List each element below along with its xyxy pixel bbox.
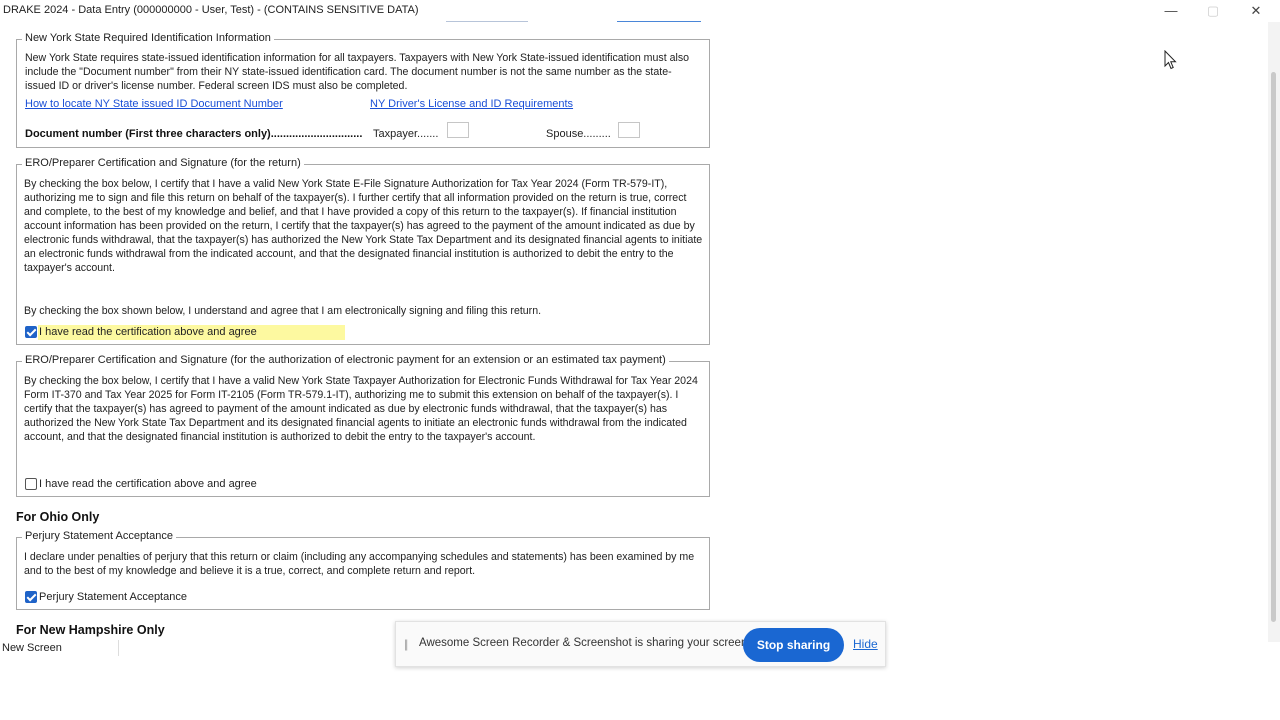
ero-payment-section: ERO/Preparer Certification and Signature… bbox=[16, 354, 710, 497]
spouse-label: Spouse......... bbox=[546, 128, 611, 140]
close-button[interactable]: ✕ bbox=[1241, 2, 1271, 20]
ohio-perjury-label[interactable]: Perjury Statement Acceptance bbox=[39, 591, 187, 603]
vertical-scrollbar[interactable] bbox=[1268, 22, 1280, 642]
window-title: DRAKE 2024 - Data Entry (000000000 - Use… bbox=[3, 4, 419, 16]
ohio-perjury-checkbox[interactable] bbox=[25, 591, 37, 603]
ny-license-requirements-link[interactable]: NY Driver's License and ID Requirements bbox=[370, 98, 573, 110]
taxpayer-label: Taxpayer....... bbox=[373, 128, 439, 140]
ohio-perjury-text: I declare under penalties of perjury tha… bbox=[24, 551, 695, 577]
screen-share-notification: || Awesome Screen Recorder & Screenshot … bbox=[395, 621, 886, 667]
ny-id-legend: New York State Required Identification I… bbox=[22, 32, 274, 44]
ohio-perjury-legend: Perjury Statement Acceptance bbox=[22, 530, 176, 542]
ero-return-agree-checkbox[interactable] bbox=[25, 326, 37, 338]
ero-return-legend: ERO/Preparer Certification and Signature… bbox=[22, 157, 304, 169]
minimize-button[interactable]: — bbox=[1156, 2, 1186, 20]
taxpayer-document-input[interactable] bbox=[447, 122, 469, 138]
ny-id-section: New York State Required Identification I… bbox=[16, 32, 710, 148]
drag-grip-icon[interactable]: || bbox=[404, 637, 408, 651]
ny-id-document-link[interactable]: How to locate NY State issued ID Documen… bbox=[25, 98, 283, 110]
ero-payment-legend: ERO/Preparer Certification and Signature… bbox=[22, 354, 669, 366]
scrollbar-thumb[interactable] bbox=[1271, 72, 1276, 622]
mouse-cursor-icon bbox=[1164, 50, 1177, 70]
ero-payment-agree-label[interactable]: I have read the certification above and … bbox=[39, 478, 257, 490]
ny-id-text: New York State requires state-issued ide… bbox=[25, 52, 690, 92]
stop-sharing-button[interactable]: Stop sharing bbox=[743, 628, 844, 662]
ohio-heading: For Ohio Only bbox=[16, 510, 100, 524]
status-bar-divider bbox=[118, 640, 119, 656]
ero-return-section: ERO/Preparer Certification and Signature… bbox=[16, 157, 710, 345]
scrolled-field-underline bbox=[446, 18, 528, 22]
window-title-bar: DRAKE 2024 - Data Entry (000000000 - Use… bbox=[0, 0, 1280, 22]
share-message: Awesome Screen Recorder & Screenshot is … bbox=[419, 637, 751, 649]
document-number-label: Document number (First three characters … bbox=[25, 128, 363, 140]
spouse-document-input[interactable] bbox=[618, 122, 640, 138]
ohio-perjury-section: Perjury Statement Acceptance I declare u… bbox=[16, 530, 710, 610]
scrolled-field-underline bbox=[617, 18, 701, 22]
ero-return-esign-text: By checking the box shown below, I under… bbox=[24, 305, 542, 317]
hide-link[interactable]: Hide bbox=[853, 637, 878, 651]
maximize-button[interactable]: ▢ bbox=[1198, 2, 1228, 20]
new-hampshire-heading: For New Hampshire Only bbox=[16, 623, 165, 637]
ero-return-agree-label[interactable]: I have read the certification above and … bbox=[39, 326, 257, 338]
ero-return-text: By checking the box below, I certify tha… bbox=[24, 178, 703, 274]
ero-payment-agree-checkbox[interactable] bbox=[25, 478, 37, 490]
status-bar-text: New Screen bbox=[2, 642, 62, 654]
ero-payment-text: By checking the box below, I certify tha… bbox=[24, 375, 698, 443]
